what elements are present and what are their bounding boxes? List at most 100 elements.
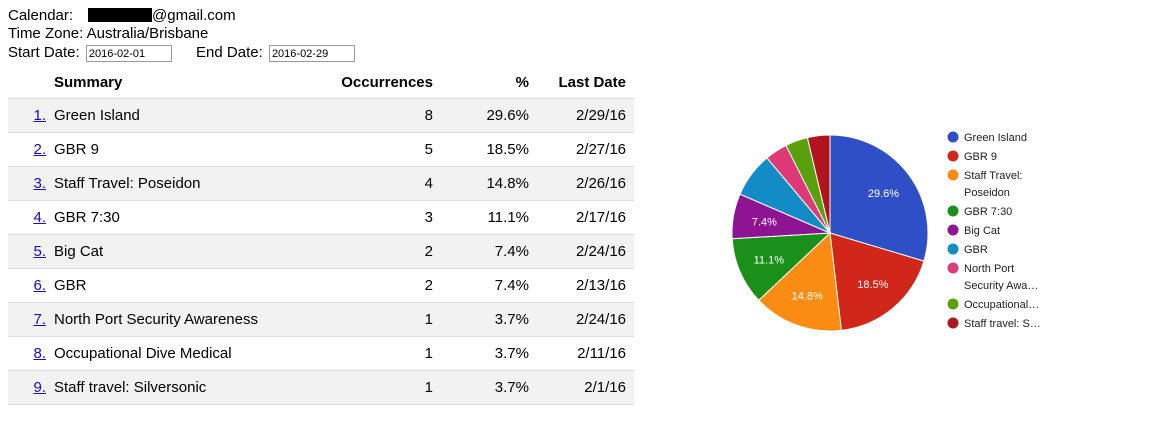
redacted-email-block <box>88 8 153 22</box>
row-percent: 14.8% <box>433 166 529 201</box>
legend-label: Security Awa… <box>964 280 1038 292</box>
legend-label: North Port <box>964 263 1014 275</box>
row-number-link[interactable]: 9. <box>33 379 46 396</box>
start-date-label: Start Date: <box>8 44 80 61</box>
row-number-link[interactable]: 7. <box>33 311 46 328</box>
header-occurrences: Occurrences <box>341 73 433 91</box>
table-row: 4. GBR 7:30 3 11.1% 2/17/16 <box>8 200 634 235</box>
row-number-link[interactable]: 6. <box>33 277 46 294</box>
row-occurrences: 8 <box>293 98 433 133</box>
row-last-date: 2/11/16 <box>529 336 634 371</box>
row-percent: 3.7% <box>433 302 529 337</box>
row-percent: 7.4% <box>433 234 529 269</box>
legend-label: Big Cat <box>964 225 1000 237</box>
legend-marker <box>947 169 959 181</box>
row-occurrences: 1 <box>293 370 433 405</box>
table-row: 6. GBR 2 7.4% 2/13/16 <box>8 268 634 303</box>
row-occurrences: 1 <box>293 302 433 337</box>
row-last-date: 2/17/16 <box>529 200 634 235</box>
legend-marker <box>947 298 959 310</box>
table-row: 9. Staff travel: Silversonic 1 3.7% 2/1/16 <box>8 370 634 405</box>
row-number-cell: 5. <box>8 234 54 269</box>
row-summary: GBR 9 <box>54 132 293 167</box>
row-number-cell: 4. <box>8 200 54 235</box>
calendar-line: Calendar: @gmail.com <box>8 7 236 25</box>
row-summary: Staff travel: Silversonic <box>54 370 293 405</box>
legend-label: GBR 7:30 <box>964 206 1012 218</box>
end-date-label: End Date: <box>196 44 263 61</box>
table-row: 8. Occupational Dive Medical 1 3.7% 2/11/16 <box>8 336 634 371</box>
legend-marker <box>947 317 959 329</box>
legend-label: Green Island <box>964 132 1027 144</box>
legend-marker <box>947 205 959 217</box>
pie-slice-label: 7.4% <box>752 216 777 228</box>
pie-slice-label: 14.8% <box>792 291 823 303</box>
row-last-date: 2/13/16 <box>529 268 634 303</box>
pie-slice-label: 29.6% <box>868 188 899 200</box>
summary-table: Summary Occurrences % Last Date 1. Green … <box>8 66 634 405</box>
row-number-cell: 8. <box>8 336 54 371</box>
row-number-cell: 1. <box>8 98 54 133</box>
legend-marker <box>947 224 959 236</box>
date-range-line: Start Date: 2016-02-01 End Date: 2016-02… <box>8 44 355 62</box>
start-date-field[interactable]: 2016-02-01 <box>85 44 172 62</box>
row-summary: Occupational Dive Medical <box>54 336 293 371</box>
row-last-date: 2/26/16 <box>529 166 634 201</box>
table-row: 5. Big Cat 2 7.4% 2/24/16 <box>8 234 634 269</box>
legend-label: Staff Travel: <box>964 170 1023 182</box>
row-last-date: 2/24/16 <box>529 302 634 337</box>
row-occurrences: 5 <box>293 132 433 167</box>
row-percent: 11.1% <box>433 200 529 235</box>
legend-marker <box>947 150 959 162</box>
calendar-value: @gmail.com <box>152 7 236 24</box>
table-row: 2. GBR 9 5 18.5% 2/27/16 <box>8 132 634 167</box>
row-percent: 3.7% <box>433 336 529 371</box>
row-number-link[interactable]: 5. <box>33 243 46 260</box>
row-percent: 29.6% <box>433 98 529 133</box>
pie-slice-label: 18.5% <box>857 279 888 291</box>
row-last-date: 2/29/16 <box>529 98 634 133</box>
row-percent: 3.7% <box>433 370 529 405</box>
pie-slice-label: 11.1% <box>754 254 785 266</box>
row-summary: Green Island <box>54 98 293 133</box>
row-number-link[interactable]: 3. <box>33 175 46 192</box>
row-occurrences: 3 <box>293 200 433 235</box>
row-number-link[interactable]: 2. <box>33 141 46 158</box>
row-last-date: 2/27/16 <box>529 132 634 167</box>
row-occurrences: 2 <box>293 268 433 303</box>
row-number-cell: 7. <box>8 302 54 337</box>
row-number-link[interactable]: 1. <box>33 107 46 124</box>
legend-label: Staff travel: S… <box>964 318 1041 330</box>
row-summary: GBR <box>54 268 293 303</box>
end-date-field[interactable]: 2016-02-29 <box>268 44 355 62</box>
legend-marker <box>947 243 959 255</box>
table-row: 3. Staff Travel: Poseidon 4 14.8% 2/26/16 <box>8 166 634 201</box>
row-number-cell: 9. <box>8 370 54 405</box>
row-number-link[interactable]: 4. <box>33 209 46 226</box>
row-summary: GBR 7:30 <box>54 200 293 235</box>
row-number-cell: 3. <box>8 166 54 201</box>
legend-marker <box>947 131 959 143</box>
row-summary: Staff Travel: Poseidon <box>54 166 293 201</box>
row-summary: Big Cat <box>54 234 293 269</box>
row-percent: 7.4% <box>433 268 529 303</box>
header-last-date: Last Date <box>558 73 626 91</box>
legend-label: Occupational… <box>964 299 1039 311</box>
row-last-date: 2/24/16 <box>529 234 634 269</box>
header-summary: Summary <box>54 73 123 91</box>
row-number-cell: 6. <box>8 268 54 303</box>
header-number <box>8 66 54 99</box>
calendar-label: Calendar: <box>8 7 74 24</box>
row-number-cell: 2. <box>8 132 54 167</box>
row-number-link[interactable]: 8. <box>33 345 46 362</box>
header-percent: % <box>515 73 529 91</box>
table-row: 1. Green Island 8 29.6% 2/29/16 <box>8 98 634 133</box>
row-percent: 18.5% <box>433 132 529 167</box>
legend-label: Poseidon <box>964 187 1010 199</box>
row-last-date: 2/1/16 <box>529 370 634 405</box>
row-occurrences: 2 <box>293 234 433 269</box>
row-summary: North Port Security Awareness <box>54 302 293 337</box>
table-header-row: Summary Occurrences % Last Date <box>8 66 634 99</box>
legend-label: GBR 9 <box>964 151 997 163</box>
legend-label: GBR <box>964 244 988 256</box>
